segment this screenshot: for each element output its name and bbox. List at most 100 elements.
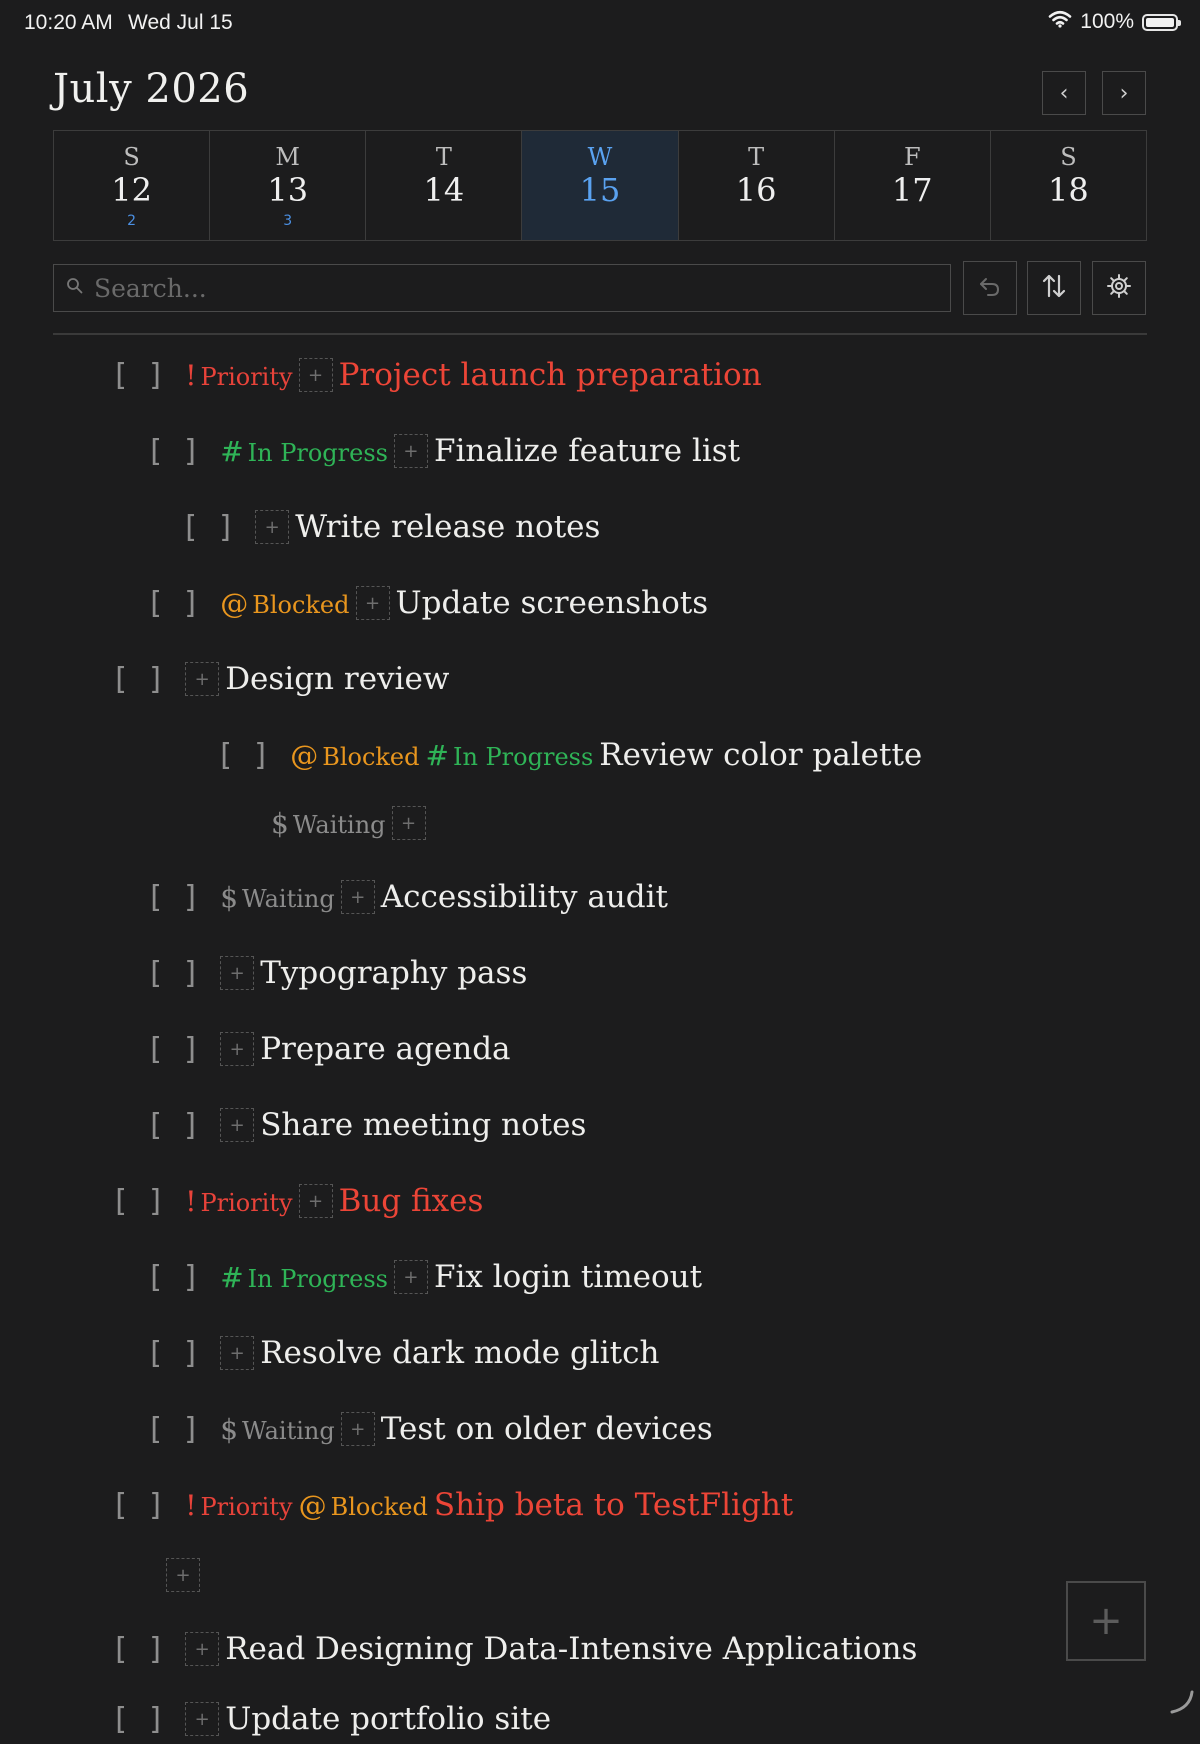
tag-blocked[interactable]: @ Blocked — [299, 1489, 428, 1522]
task-checkbox[interactable]: [ ] — [111, 1702, 165, 1737]
tag-in-progress[interactable]: # In Progress — [220, 435, 388, 468]
tag-in-progress[interactable]: # In Progress — [220, 1261, 388, 1294]
tag-waiting[interactable]: $ Waiting — [220, 1413, 335, 1446]
day-mon[interactable]: M 13 3 — [210, 131, 367, 240]
tag-in-progress[interactable]: # In Progress — [426, 739, 594, 772]
status-time: 10:20 AM — [24, 11, 113, 34]
tag-waiting[interactable]: $ Waiting — [271, 807, 386, 840]
task-row: [ ] + Resolve dark mode glitch — [146, 1328, 659, 1378]
undo-button[interactable] — [963, 261, 1017, 315]
task-row: [ ] $ Waiting + Test on older devices — [146, 1404, 713, 1454]
day-task-count: 2 — [127, 213, 137, 229]
add-tag-button[interactable]: + — [166, 1558, 200, 1592]
day-name: M — [275, 143, 300, 171]
tag-priority[interactable]: ! Priority — [185, 359, 292, 392]
task-title[interactable]: Finalize feature list — [434, 433, 740, 469]
add-tag-button[interactable]: + — [255, 510, 290, 544]
task-tag-row: $ Waiting + — [271, 798, 432, 848]
task-checkbox[interactable]: [ ] — [146, 1260, 200, 1295]
status-date: Wed Jul 15 — [128, 11, 233, 34]
task-checkbox[interactable]: [ ] — [146, 1032, 200, 1067]
add-tag-button[interactable]: + — [185, 1702, 220, 1736]
sort-button[interactable] — [1027, 261, 1081, 315]
day-date: 16 — [735, 171, 777, 209]
tag-blocked[interactable]: @ Blocked — [220, 587, 349, 620]
add-tag-button[interactable]: + — [220, 956, 255, 990]
task-title[interactable]: Read Designing Data-Intensive Applicatio… — [225, 1631, 917, 1667]
task-title[interactable]: Review color palette — [599, 737, 922, 773]
task-checkbox[interactable]: [ ] — [146, 880, 200, 915]
add-task-button[interactable]: + — [1066, 1581, 1146, 1661]
task-row: [ ] ! Priority @ Blocked Ship beta to Test… — [111, 1480, 793, 1530]
task-checkbox[interactable]: [ ] — [111, 358, 165, 393]
task-title[interactable]: Update screenshots — [396, 585, 709, 621]
task-row: [ ] @ Blocked # In Progress Review color p… — [216, 730, 922, 780]
task-checkbox[interactable]: [ ] — [111, 1632, 165, 1667]
day-fri[interactable]: F 17 — [835, 131, 991, 240]
task-title[interactable]: Project launch preparation — [339, 357, 762, 393]
task-title[interactable]: Test on older devices — [381, 1411, 713, 1447]
task-title[interactable]: Write release notes — [295, 509, 600, 545]
task-checkbox[interactable]: [ ] — [111, 1488, 165, 1523]
task-checkbox[interactable]: [ ] — [146, 434, 200, 469]
add-tag-button[interactable]: + — [391, 806, 426, 840]
add-tag-button[interactable]: + — [220, 1032, 255, 1066]
day-name: S — [1060, 143, 1077, 171]
add-tag-button[interactable]: + — [220, 1108, 255, 1142]
day-date: 12 — [111, 171, 152, 209]
task-title[interactable]: Fix login timeout — [434, 1259, 702, 1295]
add-tag-button[interactable]: + — [393, 1260, 428, 1294]
task-title[interactable]: Accessibility audit — [381, 879, 668, 915]
task-title[interactable]: Typography pass — [260, 955, 527, 991]
add-tag-button[interactable]: + — [220, 1336, 255, 1370]
next-week-button[interactable]: › — [1102, 71, 1146, 115]
add-tag-button[interactable]: + — [355, 586, 390, 620]
tag-priority[interactable]: ! Priority — [185, 1185, 292, 1218]
add-tag-button[interactable]: + — [340, 880, 375, 914]
add-tag-button[interactable]: + — [298, 1184, 333, 1218]
task-checkbox[interactable]: [ ] — [146, 586, 200, 621]
day-wed[interactable]: W 15 — [522, 131, 679, 240]
week-strip: S 12 2 M 13 3 T 14 W 15 T 16 F 17 S 18 — [53, 130, 1147, 241]
day-name: W — [587, 143, 613, 171]
task-row: [ ] + Prepare agenda — [146, 1024, 511, 1074]
task-checkbox[interactable]: [ ] — [146, 1336, 200, 1371]
task-title[interactable]: Share meeting notes — [260, 1107, 586, 1143]
task-row: [ ] # In Progress + Finalize feature list — [146, 426, 740, 476]
status-bar: 10:20 AM Wed Jul 15 100% — [0, 0, 1200, 48]
prev-week-button[interactable]: ‹ — [1042, 71, 1086, 115]
battery-percent: 100% — [1080, 10, 1134, 33]
task-tag-row: + — [166, 1550, 206, 1600]
add-tag-button[interactable]: + — [340, 1412, 375, 1446]
add-tag-button[interactable]: + — [393, 434, 428, 468]
add-tag-button[interactable]: + — [298, 358, 333, 392]
task-row: [ ] + Design review — [111, 654, 449, 704]
add-tag-button[interactable]: + — [185, 662, 220, 696]
day-sat[interactable]: S 18 — [991, 131, 1146, 240]
task-checkbox[interactable]: [ ] — [111, 1184, 165, 1219]
task-title[interactable]: Update portfolio site — [225, 1701, 551, 1737]
task-checkbox[interactable]: [ ] — [111, 662, 165, 697]
task-title[interactable]: Ship beta to TestFlight — [434, 1487, 793, 1523]
task-row: [ ] ! Priority + Bug fixes — [111, 1176, 483, 1226]
task-title[interactable]: Design review — [225, 661, 449, 697]
day-task-count: 3 — [283, 213, 293, 229]
task-title[interactable]: Prepare agenda — [260, 1031, 510, 1067]
task-checkbox[interactable]: [ ] — [146, 956, 200, 991]
search-input[interactable] — [92, 272, 916, 304]
tag-waiting[interactable]: $ Waiting — [220, 881, 335, 914]
settings-button[interactable] — [1092, 261, 1146, 315]
task-title[interactable]: Bug fixes — [339, 1183, 484, 1219]
task-checkbox[interactable]: [ ] — [146, 1412, 200, 1447]
day-sun[interactable]: S 12 2 — [54, 131, 211, 240]
day-thu[interactable]: T 16 — [679, 131, 835, 240]
task-title[interactable]: Resolve dark mode glitch — [260, 1335, 659, 1371]
add-tag-button[interactable]: + — [185, 1632, 220, 1666]
tag-priority[interactable]: ! Priority — [185, 1489, 292, 1522]
task-checkbox[interactable]: [ ] — [181, 510, 235, 545]
day-date: 14 — [423, 171, 465, 209]
tag-blocked[interactable]: @ Blocked — [290, 739, 419, 772]
day-tue[interactable]: T 14 — [366, 131, 523, 240]
task-checkbox[interactable]: [ ] — [216, 738, 270, 773]
task-checkbox[interactable]: [ ] — [146, 1108, 200, 1143]
